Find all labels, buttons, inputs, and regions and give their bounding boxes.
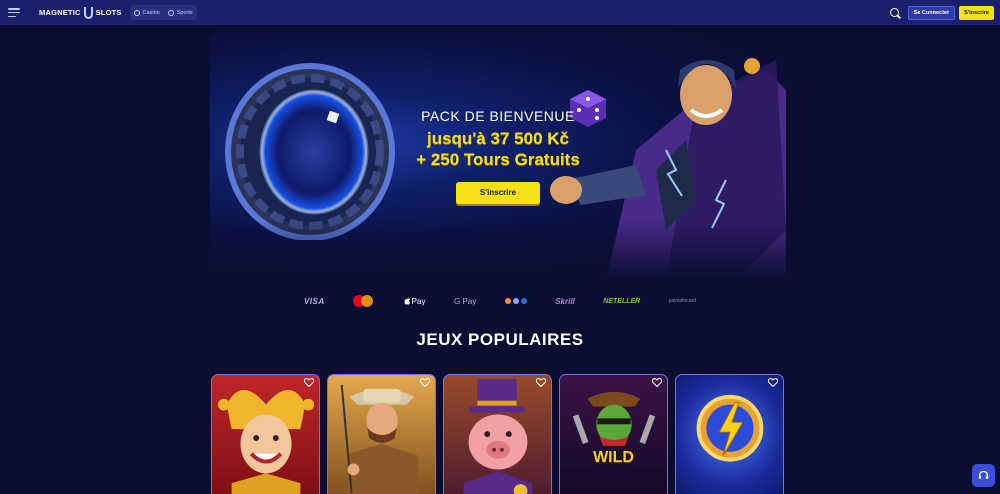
- crypto-logos: [504, 298, 527, 304]
- header-actions: Se Connecter S'inscrire: [889, 5, 994, 20]
- game-card-fisherman[interactable]: [327, 374, 436, 494]
- support-chat-button[interactable]: [972, 464, 995, 487]
- product-switcher: Casino Sports: [129, 5, 197, 20]
- logo[interactable]: MAGNETIC SLOTS: [39, 6, 122, 19]
- neteller-logo: NETELLER: [603, 297, 641, 305]
- nav-sports-label: Sports: [176, 9, 193, 16]
- apple-pay-label: Pay: [411, 296, 426, 306]
- cactus-bandit-illustration: [572, 391, 656, 446]
- visa-logo: VISA: [304, 296, 325, 306]
- hero-bonus-amount: jusqu'à 37 500 Kč: [426, 129, 569, 148]
- skrill-logo: Skrill: [555, 296, 575, 306]
- favorite-heart-icon[interactable]: [536, 378, 546, 387]
- hero-text-block: PACK DE BIENVENUE jusqu'à 37 500 Kč + 25…: [370, 108, 626, 204]
- hero-subtitle: PACK DE BIENVENUE: [421, 108, 575, 124]
- paysafecard-logo: paysafecard: [668, 298, 696, 304]
- pig-top-hat-illustration: [463, 379, 533, 494]
- game-card-jester[interactable]: [211, 374, 320, 494]
- favorite-heart-icon[interactable]: [304, 378, 314, 387]
- lightning-coin-illustration: [696, 394, 764, 462]
- login-button[interactable]: Se Connecter: [907, 5, 956, 20]
- game-card-lightning-coin[interactable]: [675, 374, 784, 494]
- menu-icon[interactable]: [8, 8, 20, 17]
- apple-icon: [404, 297, 410, 305]
- headset-icon: [978, 470, 989, 479]
- bitcoin-icon: [504, 298, 511, 304]
- popular-games-row: WILD: [211, 374, 784, 494]
- nav-casino[interactable]: Casino: [133, 9, 160, 16]
- favorite-heart-icon[interactable]: [768, 378, 778, 387]
- jester-illustration: [217, 389, 315, 494]
- nav-casino-label: Casino: [142, 9, 160, 16]
- magnet-icon: [83, 6, 93, 19]
- welcome-banner[interactable]: PACK DE BIENVENUE jusqu'à 37 500 Kč + 25…: [210, 30, 786, 280]
- hero-signup-button[interactable]: S'inscrire: [456, 182, 540, 204]
- top-header: MAGNETIC SLOTS Casino Sports Se Connecte…: [0, 0, 1000, 25]
- popular-games-title: JEUX POPULAIRES: [416, 330, 584, 349]
- payment-methods: VISA Pay G Pay Skrill NETELLER paysafeca…: [304, 294, 696, 308]
- nav-sports[interactable]: Sports: [167, 9, 193, 16]
- wild-badge: WILD: [593, 449, 634, 466]
- logo-text-right: SLOTS: [95, 8, 122, 17]
- mastercard-logo: [353, 295, 375, 307]
- soccer-ball-icon: [167, 9, 174, 16]
- game-card-pig[interactable]: [443, 374, 552, 494]
- ethereum-icon: [512, 298, 519, 304]
- search-icon[interactable]: [889, 8, 899, 17]
- logo-text-left: MAGNETIC: [39, 8, 81, 17]
- game-card-wild-cactus[interactable]: WILD: [559, 374, 668, 494]
- google-pay-logo: G Pay: [453, 296, 477, 306]
- cowboy-fisherman-illustration: [340, 384, 419, 494]
- favorite-heart-icon[interactable]: [420, 378, 430, 387]
- hero-free-spins: + 250 Tours Gratuits: [416, 150, 580, 169]
- signup-button[interactable]: S'inscrire: [959, 5, 994, 20]
- apple-pay-logo: Pay: [404, 296, 426, 306]
- casino-chip-icon: [133, 9, 140, 16]
- usdc-icon: [520, 298, 527, 304]
- favorite-heart-icon[interactable]: [652, 378, 662, 387]
